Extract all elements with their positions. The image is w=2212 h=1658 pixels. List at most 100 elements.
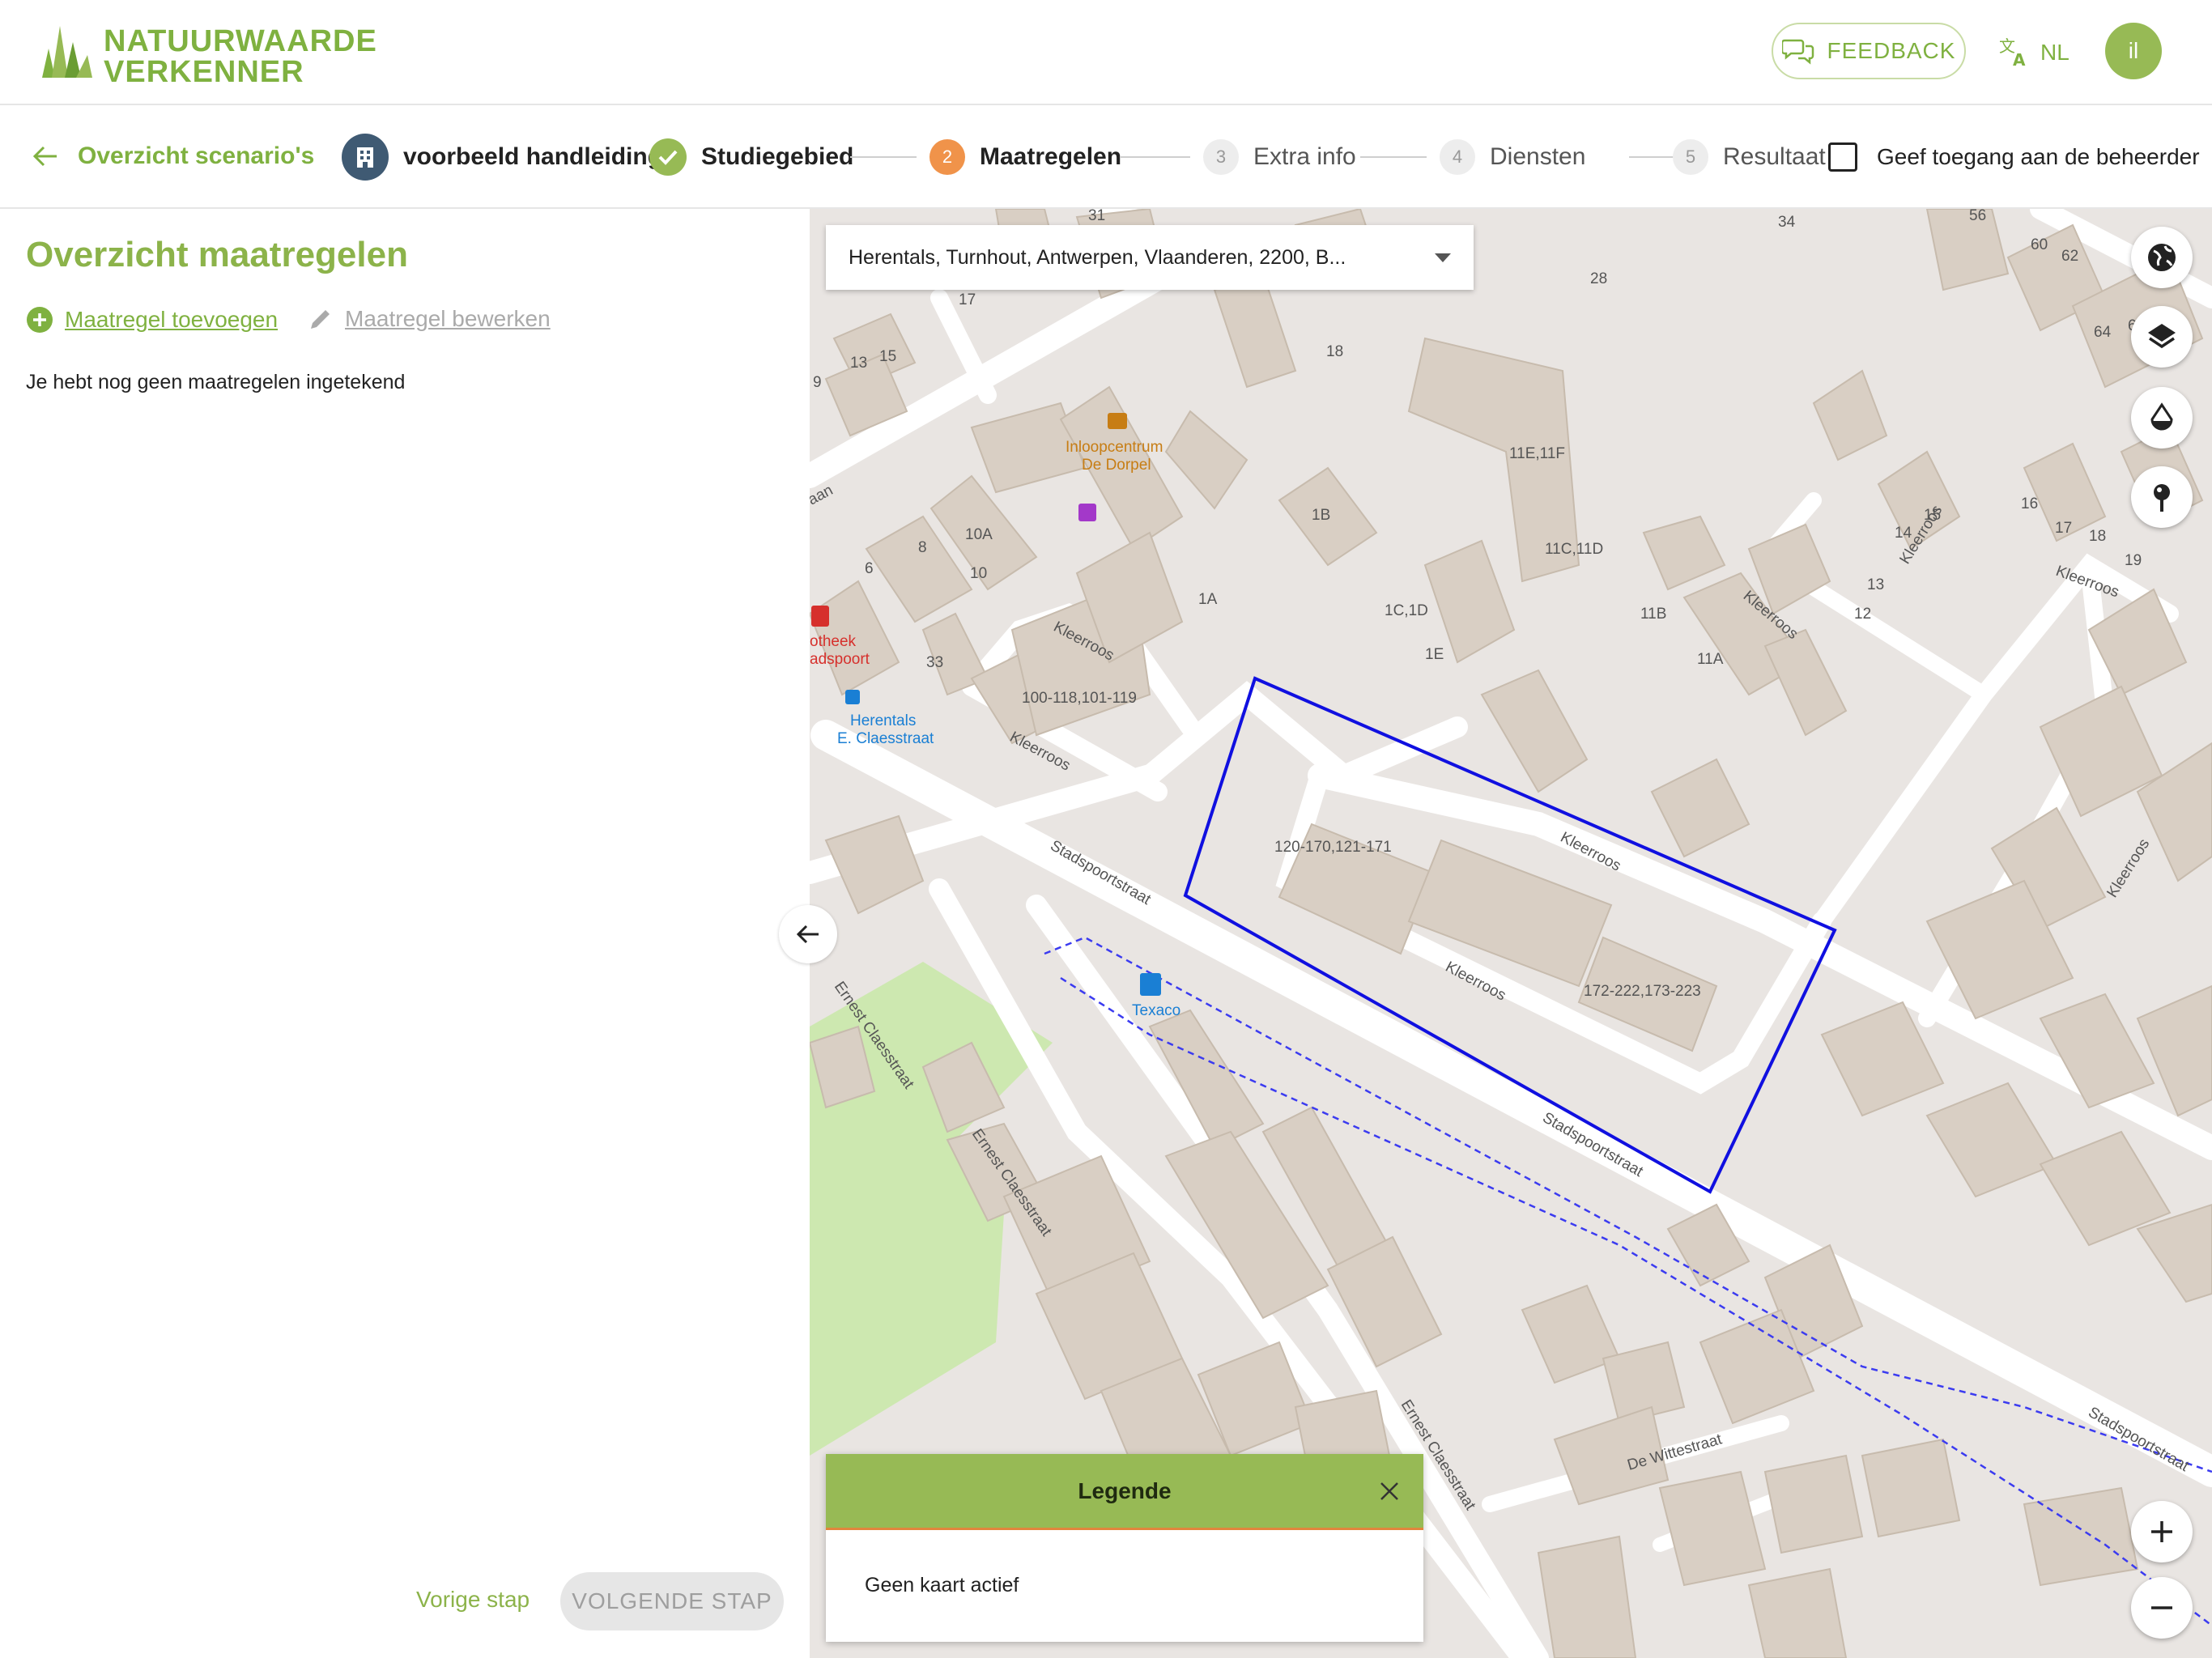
zoom-out-icon bbox=[2151, 1606, 2172, 1609]
house-number: 17 bbox=[959, 291, 976, 308]
house-number: 62 bbox=[2061, 248, 2078, 265]
step-number: 5 bbox=[1673, 139, 1708, 175]
drop-icon bbox=[2150, 402, 2173, 431]
cafe-icon bbox=[1108, 413, 1127, 429]
house-number: 120-170,121-171 bbox=[1274, 839, 1392, 856]
house-number: 9 bbox=[813, 374, 822, 391]
step-studiegebied[interactable]: Studiegebied bbox=[649, 134, 853, 180]
house-number: 15 bbox=[1924, 507, 1941, 524]
step-label: Maatregelen bbox=[980, 143, 1122, 170]
house-number: 18 bbox=[2089, 528, 2106, 545]
previous-step-button[interactable]: Vorige stap bbox=[416, 1587, 530, 1613]
location-search-value: Herentals, Turnhout, Antwerpen, Vlaander… bbox=[849, 245, 1346, 269]
house-number: 18 bbox=[1326, 343, 1343, 360]
house-number: 10A bbox=[965, 526, 993, 543]
step-label: Diensten bbox=[1490, 143, 1586, 170]
zoom-in-icon bbox=[2151, 1521, 2172, 1542]
access-checkbox[interactable] bbox=[1828, 142, 1857, 172]
step-number: 4 bbox=[1440, 139, 1475, 175]
map-tiles: Inloopcentrum De Dorpel otheek adspoort … bbox=[810, 209, 2212, 1658]
legend-title: Legende bbox=[1078, 1477, 1172, 1503]
house-number: 31 bbox=[1088, 209, 1105, 224]
map-label: Texaco bbox=[1132, 1002, 1180, 1019]
next-step-button[interactable]: VOLGENDE STAP bbox=[560, 1572, 784, 1630]
map-label: De Dorpel bbox=[1082, 457, 1151, 474]
back-to-scenarios-link[interactable]: Overzicht scenario's bbox=[32, 138, 314, 175]
map-label: E. Claesstraat bbox=[837, 730, 934, 747]
map-label: otheek bbox=[810, 633, 857, 650]
house-number: 60 bbox=[2031, 236, 2048, 253]
house-number: 1E bbox=[1425, 646, 1444, 663]
access-label: Geef toegang aan de beheerder bbox=[1877, 144, 2200, 169]
chevron-down-icon bbox=[1435, 253, 1451, 262]
logo-line-1: NATUURWAARDE bbox=[104, 24, 377, 58]
pharmacy-icon bbox=[811, 606, 829, 627]
house-number: 6 bbox=[865, 560, 874, 577]
user-avatar[interactable]: il bbox=[2105, 23, 2162, 79]
zoom-out-button[interactable] bbox=[2131, 1577, 2193, 1639]
step-diensten[interactable]: 4 Diensten bbox=[1440, 134, 1585, 180]
map-label: adspoort bbox=[810, 651, 870, 668]
house-number: 14 bbox=[1895, 525, 1912, 542]
edit-measure-link[interactable]: Maatregel bewerken bbox=[308, 306, 551, 332]
feedback-button[interactable]: FEEDBACK bbox=[1772, 23, 1966, 79]
empty-measures-text: Je hebt nog geen maatregelen ingetekend bbox=[26, 371, 406, 393]
house-number: 28 bbox=[1590, 270, 1607, 287]
bus-stop-icon bbox=[845, 690, 860, 704]
legend-panel: Legende Geen kaart actief bbox=[826, 1454, 1423, 1642]
feedback-label: FEEDBACK bbox=[1827, 38, 1956, 63]
layers-button[interactable] bbox=[2131, 306, 2193, 368]
step-maatregelen[interactable]: 2 Maatregelen bbox=[929, 134, 1121, 180]
step-number: 2 bbox=[929, 139, 965, 175]
opacity-button[interactable] bbox=[2131, 387, 2193, 449]
step-connector bbox=[1121, 156, 1190, 158]
house-number: 11C,11D bbox=[1545, 541, 1603, 558]
house-number: 64 bbox=[2094, 324, 2112, 341]
step-resultaat[interactable]: 5 Resultaat bbox=[1673, 134, 1826, 180]
step-label: Resultaat bbox=[1723, 143, 1826, 170]
house-number: 15 bbox=[879, 348, 896, 365]
basemap-button[interactable] bbox=[2131, 227, 2193, 288]
plus-circle-icon bbox=[27, 307, 53, 333]
house-number: 11B bbox=[1640, 606, 1666, 623]
arrow-left-icon bbox=[796, 925, 819, 944]
house-number: 19 bbox=[2125, 552, 2142, 569]
house-number: 172-222,173-223 bbox=[1584, 983, 1701, 1000]
step-label: Extra info bbox=[1253, 143, 1356, 170]
legend-close-button[interactable] bbox=[1373, 1475, 1406, 1507]
step-connector bbox=[850, 156, 917, 158]
back-label: Overzicht scenario's bbox=[78, 142, 315, 169]
location-pin-button[interactable] bbox=[2131, 466, 2193, 528]
fuel-icon bbox=[1140, 973, 1161, 996]
house-number: 1C,1D bbox=[1385, 602, 1428, 619]
house-number: 100-118,101-119 bbox=[1022, 690, 1137, 707]
logo-line-2: VERKENNER bbox=[104, 55, 304, 89]
add-measure-label: Maatregel toevoegen bbox=[65, 307, 279, 332]
house-number: 11A bbox=[1697, 651, 1724, 668]
logo-text: NATUURWAARDE VERKENNER bbox=[104, 26, 377, 87]
language-selector[interactable]: 文 A NL bbox=[1998, 32, 2069, 73]
step-number: 3 bbox=[1203, 139, 1239, 175]
svg-text:A: A bbox=[2013, 50, 2026, 68]
edit-measure-label: Maatregel bewerken bbox=[345, 306, 551, 331]
step-label: Studiegebied bbox=[701, 143, 854, 170]
add-measure-link[interactable]: Maatregel toevoegen bbox=[26, 306, 278, 334]
collapse-panel-button[interactable] bbox=[779, 905, 837, 963]
house-number: 13 bbox=[1867, 576, 1884, 593]
clothes-icon bbox=[1078, 504, 1096, 521]
house-number: 34 bbox=[1778, 214, 1796, 231]
scenario-name-label: voorbeeld handleiding bbox=[403, 143, 663, 170]
layers-icon bbox=[2148, 324, 2176, 349]
avatar-initials: il bbox=[2128, 38, 2139, 63]
chat-icon bbox=[1781, 39, 1814, 65]
house-number: 16 bbox=[2021, 495, 2038, 512]
location-search-select[interactable]: Herentals, Turnhout, Antwerpen, Vlaander… bbox=[826, 225, 1474, 290]
grass-icon bbox=[42, 26, 92, 78]
zoom-in-button[interactable] bbox=[2131, 1501, 2193, 1562]
step-extra-info[interactable]: 3 Extra info bbox=[1203, 134, 1356, 180]
map-canvas[interactable]: Inloopcentrum De Dorpel otheek adspoort … bbox=[810, 209, 2212, 1658]
arrow-left-icon bbox=[32, 146, 57, 167]
panel-title: Overzicht maatregelen bbox=[26, 235, 408, 274]
check-icon bbox=[649, 138, 687, 176]
house-number: 33 bbox=[926, 654, 943, 671]
